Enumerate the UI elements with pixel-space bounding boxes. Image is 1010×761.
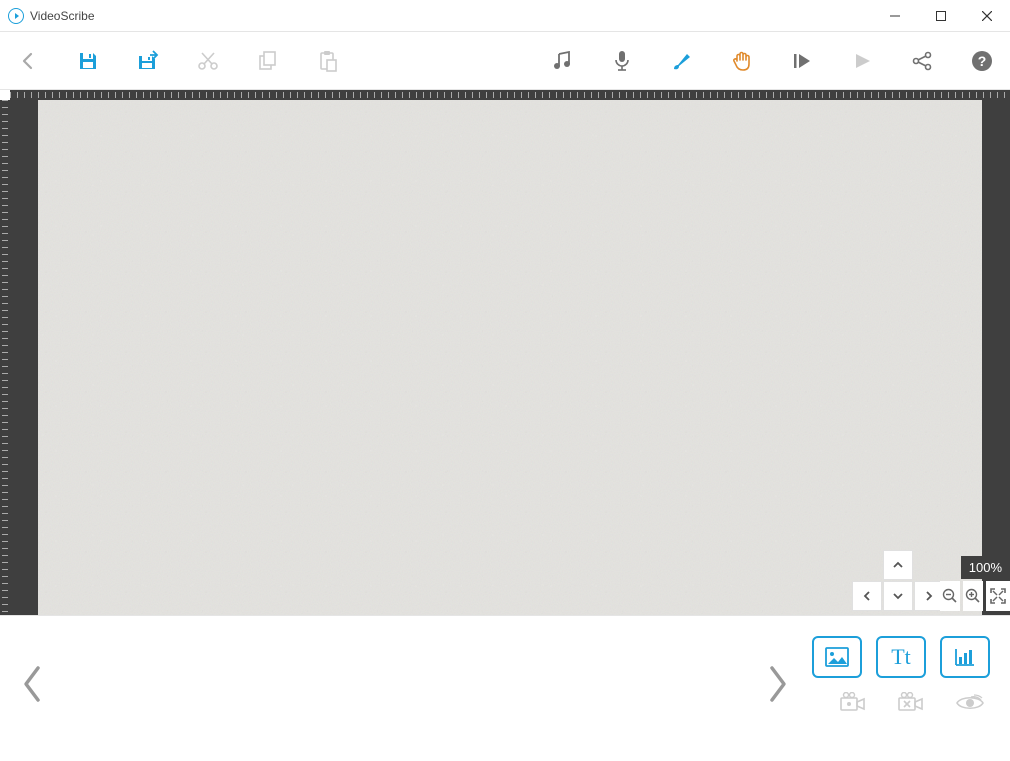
brush-button[interactable] [668, 47, 696, 75]
share-button[interactable] [908, 47, 936, 75]
add-image-button[interactable] [812, 636, 862, 678]
fit-screen-button[interactable] [986, 581, 1010, 611]
preview-eye-button[interactable] [950, 688, 990, 718]
canvas-area: 100% [0, 90, 1010, 615]
play-button[interactable] [848, 47, 876, 75]
cut-button[interactable] [194, 47, 222, 75]
hand-button[interactable] [728, 47, 756, 75]
paste-button[interactable] [314, 47, 342, 75]
main-toolbar: ? [0, 32, 1010, 90]
canvas-workspace[interactable] [38, 100, 982, 615]
maximize-button[interactable] [918, 0, 964, 32]
zoom-controls [940, 581, 1010, 611]
music-button[interactable] [548, 47, 576, 75]
canvas-navigation [852, 550, 944, 611]
timeline-panel: Tt [0, 615, 1010, 761]
app-icon [8, 8, 24, 24]
add-text-label: Tt [891, 644, 911, 670]
add-text-button[interactable]: Tt [876, 636, 926, 678]
pan-up-button[interactable] [883, 550, 913, 580]
timeline-prev-button[interactable] [20, 662, 44, 716]
export-button[interactable] [134, 47, 162, 75]
play-from-start-button[interactable] [788, 47, 816, 75]
copy-button[interactable] [254, 47, 282, 75]
add-element-panel: Tt [812, 636, 990, 718]
window-controls [872, 0, 1010, 32]
zoom-out-button[interactable] [940, 581, 960, 611]
canvas-viewport[interactable]: 100% [10, 100, 1010, 615]
timeline-next-button[interactable] [766, 662, 790, 716]
ruler-horizontal [10, 90, 1010, 100]
save-button[interactable] [74, 47, 102, 75]
ruler-vertical [0, 100, 10, 615]
back-button[interactable] [14, 47, 42, 75]
record-camera-button[interactable] [834, 688, 874, 718]
delete-camera-button[interactable] [892, 688, 932, 718]
titlebar-left: VideoScribe [8, 8, 95, 24]
pan-down-button[interactable] [883, 581, 913, 611]
toolbar-right: ? [548, 47, 996, 75]
add-chart-button[interactable] [940, 636, 990, 678]
app-title: VideoScribe [30, 9, 95, 23]
minimize-button[interactable] [872, 0, 918, 32]
svg-text:?: ? [978, 53, 987, 69]
pan-left-button[interactable] [852, 581, 882, 611]
zoom-in-button[interactable] [963, 581, 983, 611]
close-button[interactable] [964, 0, 1010, 32]
microphone-button[interactable] [608, 47, 636, 75]
toolbar-left [14, 47, 342, 75]
zoom-level: 100% [961, 556, 1010, 579]
help-button[interactable]: ? [968, 47, 996, 75]
titlebar: VideoScribe [0, 0, 1010, 32]
